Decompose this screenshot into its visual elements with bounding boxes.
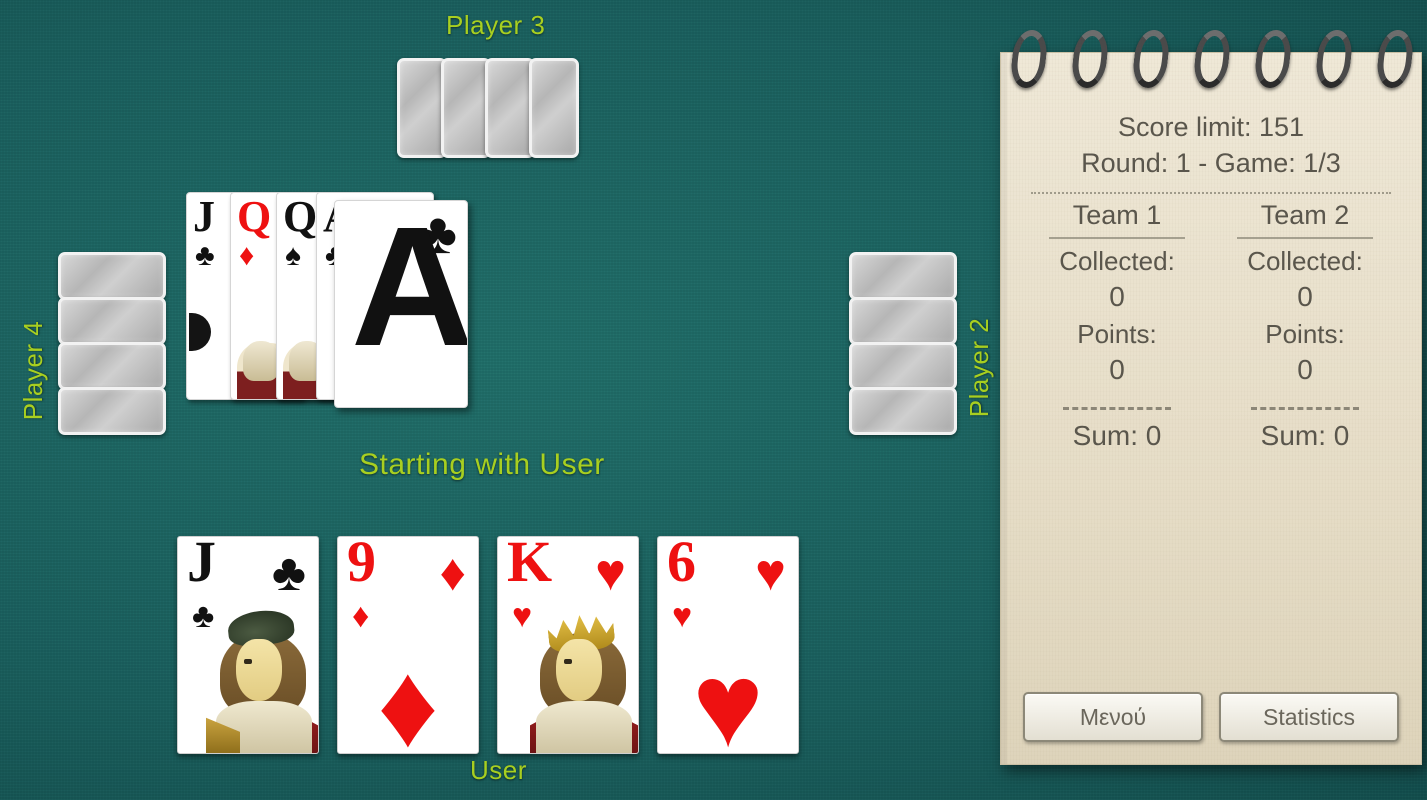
- team-1-collected-label: Collected:: [1059, 245, 1175, 276]
- spiral-ring-icon: [1374, 30, 1416, 88]
- notepad-content: Score limit: 151 Round: 1 - Game: 1/3 Te…: [1001, 53, 1421, 764]
- team-2-points-value: 0: [1297, 354, 1313, 386]
- spiral-ring-icon: [1191, 30, 1233, 88]
- team-2-name: Team 2: [1260, 199, 1350, 230]
- hand-card-2[interactable]: 9 ♦ ♦ ♦: [337, 536, 479, 754]
- hand-card-1-suit-icon: ♣: [271, 544, 306, 602]
- team-2-collected-label: Collected:: [1247, 245, 1363, 276]
- card-back-top-3[interactable]: [485, 58, 535, 158]
- divider-header: [1031, 191, 1391, 194]
- player-label-top: Player 3: [446, 10, 546, 40]
- card-back-right-4[interactable]: [849, 387, 957, 435]
- divider-team-1: [1049, 236, 1185, 239]
- team-1-collected-value: 0: [1109, 281, 1125, 313]
- game-table: Player 3 Player 4 Player 2 J ♣ Q ♦ Q ♠ A: [0, 0, 1427, 800]
- card-back-left-3[interactable]: [58, 342, 166, 390]
- score-limit-text: Score limit: 151: [1117, 112, 1305, 142]
- card-back-top-2[interactable]: [441, 58, 491, 158]
- hand-card-4[interactable]: 6 ♥ ♥ ♥: [657, 536, 799, 754]
- scoreboard-notepad: Score limit: 151 Round: 1 - Game: 1/3 Te…: [1000, 52, 1422, 765]
- team-columns: Team 1 Collected: 0 Points: 0 Sum: 0 Tea…: [1023, 200, 1399, 452]
- round-game-text: Round: 1 - Game: 1/3: [1081, 148, 1341, 179]
- card-back-right-3[interactable]: [849, 342, 957, 390]
- hand-card-4-suit-icon: ♥: [755, 544, 786, 602]
- team-2-collected-value: 0: [1297, 281, 1313, 313]
- hand-card-2-suit-icon-large: ♦: [377, 638, 439, 754]
- team-2-points-label: Points:: [1265, 318, 1345, 349]
- player-label-bottom: User: [470, 755, 527, 785]
- card-back-left-1[interactable]: [58, 252, 166, 300]
- divider-team-1-sum: [1063, 407, 1171, 411]
- hand-card-3[interactable]: K ♥ ♥: [497, 536, 639, 754]
- team-1-points-label: Points:: [1077, 318, 1157, 349]
- hand-card-4-suit-icon-small: ♥: [672, 597, 693, 635]
- trick-card-2-rank: Q: [237, 192, 272, 241]
- divider-team-2: [1237, 236, 1373, 239]
- turn-status-text: Starting with User: [359, 448, 605, 481]
- hand-card-2-suit-icon: ♦: [439, 544, 466, 602]
- trick-card-3-rank: Q: [283, 192, 318, 241]
- spiral-ring-icon: [1069, 30, 1111, 88]
- trick-card-top-rank: A: [351, 200, 468, 382]
- team-1-name: Team 1: [1072, 199, 1162, 230]
- spiral-ring-icon: [1130, 30, 1172, 88]
- card-back-top-4[interactable]: [529, 58, 579, 158]
- menu-button[interactable]: Μενού: [1023, 692, 1203, 742]
- hand-card-4-rank: 6: [667, 536, 696, 594]
- hand-card-2-rank: 9: [347, 536, 376, 594]
- team-2-sum: Sum: 0: [1260, 420, 1350, 452]
- trick-card-1-art: [189, 313, 211, 351]
- team-1-points-value: 0: [1109, 354, 1125, 386]
- player-label-right: Player 2: [964, 317, 995, 418]
- spiral-ring-icon: [1008, 30, 1050, 88]
- trick-card-3-suit-icon: ♠: [285, 239, 301, 272]
- player-label-left: Player 4: [18, 320, 49, 421]
- trick-card-top: ♣ A: [334, 200, 468, 408]
- hand-card-3-court-art: [526, 607, 638, 753]
- card-back-top-1[interactable]: [397, 58, 447, 158]
- hand-card-2-suit-icon-small: ♦: [352, 597, 370, 635]
- team-1-column: Team 1 Collected: 0 Points: 0 Sum: 0: [1023, 200, 1211, 452]
- statistics-button[interactable]: Statistics: [1219, 692, 1399, 742]
- notepad-button-row: Μενού Statistics: [1023, 692, 1399, 742]
- hand-card-3-suit-icon: ♥: [595, 544, 626, 602]
- notepad-spiral-binding: [1008, 30, 1416, 88]
- trick-card-2-suit-icon: ♦: [239, 239, 255, 272]
- card-back-right-2[interactable]: [849, 297, 957, 345]
- hand-card-3-rank: K: [507, 536, 553, 594]
- card-back-left-2[interactable]: [58, 297, 166, 345]
- hand-card-1-court-art: [206, 607, 318, 753]
- trick-card-1-rank: J: [193, 192, 215, 241]
- trick-card-1-suit-icon: ♣: [195, 239, 215, 272]
- divider-team-2-sum: [1251, 407, 1359, 411]
- hand-card-1-rank: J: [187, 536, 216, 594]
- team-1-sum: Sum: 0: [1072, 420, 1162, 452]
- hand-card-1[interactable]: J ♣ ♣: [177, 536, 319, 754]
- spiral-ring-icon: [1313, 30, 1355, 88]
- team-2-column: Team 2 Collected: 0 Points: 0 Sum: 0: [1211, 200, 1399, 452]
- card-back-right-1[interactable]: [849, 252, 957, 300]
- trick-pile: J ♣ Q ♦ Q ♠ A ♣ ♣ A: [186, 192, 468, 410]
- card-back-left-4[interactable]: [58, 387, 166, 435]
- spiral-ring-icon: [1252, 30, 1294, 88]
- hand-card-4-suit-icon-large: ♥: [692, 638, 764, 754]
